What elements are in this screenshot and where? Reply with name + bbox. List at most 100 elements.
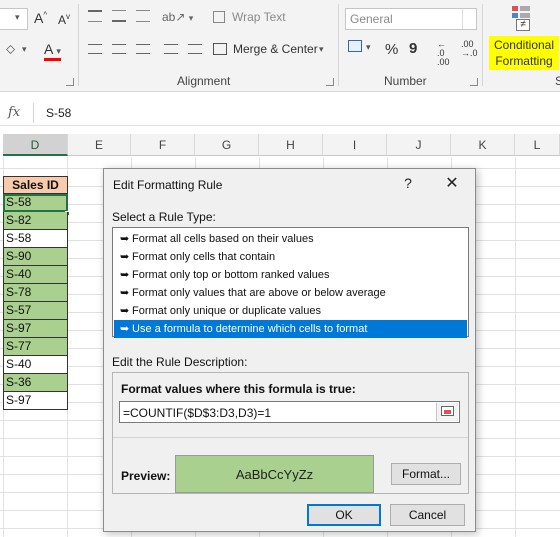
dialog-title: Edit Formatting Rule — [113, 178, 223, 192]
conditional-formatting-label-line2: Formatting — [495, 54, 553, 68]
rule-type-list[interactable]: ➥ Format all cells based on their values … — [112, 227, 469, 338]
arrow-right-icon: ➥ — [120, 323, 130, 335]
decrease-decimal-button[interactable]: .00 →.0 — [461, 40, 478, 58]
increase-indent-icon[interactable] — [188, 44, 202, 54]
number-format-value: General — [350, 12, 393, 26]
accounting-format-button[interactable]: ▾ — [348, 40, 374, 58]
ok-button[interactable]: OK — [307, 504, 381, 526]
align-bottom-icon[interactable] — [136, 10, 150, 22]
font-size-dropdown[interactable]: ▾ — [0, 8, 28, 30]
align-right-icon[interactable] — [136, 44, 150, 54]
merge-center-label: Merge & Center — [233, 42, 318, 56]
comma-style-button[interactable]: 9 — [409, 40, 417, 57]
group-separator — [338, 4, 339, 86]
insert-function-icon[interactable]: fx — [8, 105, 20, 120]
align-center-icon[interactable] — [112, 44, 126, 54]
table-cell[interactable]: S-82 — [3, 212, 68, 230]
table-cell[interactable]: S-78 — [3, 284, 68, 302]
table-cell[interactable]: S-57 — [3, 302, 68, 320]
alignment-group-launcher-icon[interactable] — [326, 78, 334, 86]
wrap-text-button[interactable]: Wrap Text — [213, 10, 293, 28]
ribbon: ▾ A^ Av ⬦ ▾ A ▾ ab↗ ▾ Wrap Text Merge & C… — [0, 0, 560, 92]
column-header-j[interactable]: J — [387, 134, 451, 156]
rule-type-item-selected[interactable]: ➥ Use a formula to determine which cells … — [114, 320, 467, 338]
table-cell[interactable]: S-97 — [3, 320, 68, 338]
preview-label: Preview: — [121, 469, 171, 483]
fill-color-button[interactable]: ⬦ ▾ — [6, 41, 32, 60]
rule-type-item[interactable]: ➥ Format only values that are above or be… — [114, 284, 467, 302]
column-header-i[interactable]: I — [323, 134, 387, 156]
edit-formatting-rule-dialog: Edit Formatting Rule ? ✕ Select a Rule T… — [103, 168, 476, 532]
group-separator — [78, 4, 79, 86]
rule-type-item[interactable]: ➥ Format only unique or duplicate values — [114, 302, 467, 320]
divider — [113, 437, 468, 438]
table-cell[interactable]: S-97 — [3, 392, 68, 410]
table-cell[interactable]: S-40 — [3, 266, 68, 284]
arrow-right-icon: ➥ — [120, 305, 130, 317]
chevron-down-icon: ▾ — [22, 44, 27, 54]
arrow-right-icon: ➥ — [120, 269, 130, 281]
align-left-icon[interactable] — [88, 44, 102, 54]
rule-description-panel: Format values where this formula is true… — [112, 372, 469, 494]
table-cell[interactable]: S-77 — [3, 338, 68, 356]
formula-bar-input[interactable]: S-58 — [46, 106, 71, 120]
number-group-launcher-icon[interactable] — [470, 78, 478, 86]
column-header-l[interactable]: L — [515, 134, 560, 156]
collapse-dialog-button[interactable] — [436, 403, 458, 421]
rule-type-label: Format only cells that contain — [132, 251, 276, 263]
merge-center-button[interactable]: Merge & Center ▾ — [213, 42, 325, 60]
number-format-dropdown[interactable]: General — [345, 8, 477, 30]
font-group-launcher-icon[interactable] — [66, 78, 74, 86]
percent-style-button[interactable]: % — [385, 41, 398, 58]
help-icon[interactable]: ? — [400, 175, 416, 191]
orientation-icon[interactable]: ab↗ ▾ — [162, 10, 193, 24]
number-group-label: Number — [384, 74, 427, 88]
rule-type-label: Use a formula to determine which cells t… — [132, 323, 368, 335]
close-icon[interactable]: ✕ — [443, 173, 461, 193]
conditional-formatting-button[interactable]: Conditional Formatting — [489, 36, 559, 70]
wrap-text-icon — [213, 11, 225, 23]
column-header-d[interactable]: D — [3, 134, 68, 156]
table-cell[interactable]: S-36 — [3, 374, 68, 392]
edit-rule-description-label: Edit the Rule Description: — [112, 355, 248, 369]
wrap-text-label: Wrap Text — [232, 10, 286, 24]
format-button[interactable]: Format... — [391, 463, 461, 485]
rule-type-item[interactable]: ➥ Format only top or bottom ranked values — [114, 266, 467, 284]
paint-bucket-icon: ⬦ — [6, 41, 16, 56]
arrow-right-icon: ➥ — [120, 251, 130, 263]
column-header-g[interactable]: G — [195, 134, 259, 156]
chevron-down-icon: ▾ — [15, 12, 20, 22]
formula-bar-separator — [33, 103, 34, 123]
column-header-k[interactable]: K — [451, 134, 515, 156]
table-cell[interactable]: S-40 — [3, 356, 68, 374]
alignment-group-label: Alignment — [177, 74, 231, 88]
column-header-f[interactable]: F — [131, 134, 195, 156]
rule-type-item[interactable]: ➥ Format all cells based on their values — [114, 230, 467, 248]
align-top-icon[interactable] — [88, 10, 102, 22]
group-separator — [482, 4, 483, 86]
table-header-sales-id[interactable]: Sales ID — [3, 176, 68, 194]
formula-label: Format values where this formula is true… — [121, 382, 356, 396]
rule-type-item[interactable]: ➥ Format only cells that contain — [114, 248, 467, 266]
conditional-formatting-label-line1: Conditional — [493, 38, 555, 52]
formula-bar: fx S-58 — [0, 100, 560, 126]
increase-font-size-button[interactable]: A^ — [34, 10, 47, 26]
font-color-button[interactable]: A ▾ — [44, 42, 61, 61]
currency-icon — [348, 40, 362, 52]
formula-input[interactable]: =COUNTIF($D$3:D3,D3)=1 — [119, 401, 460, 423]
arrow-right-icon: ➥ — [120, 287, 130, 299]
table-cell[interactable]: S-58 — [3, 194, 68, 212]
table-cell[interactable]: S-90 — [3, 248, 68, 266]
column-header-h[interactable]: H — [259, 134, 323, 156]
align-middle-icon[interactable] — [112, 10, 126, 22]
table-cell[interactable]: S-58 — [3, 230, 68, 248]
column-header-e[interactable]: E — [68, 134, 131, 156]
decrease-indent-icon[interactable] — [164, 44, 178, 54]
chevron-down-icon: ▾ — [366, 42, 371, 52]
cancel-button[interactable]: Cancel — [390, 504, 465, 526]
increase-decimal-button[interactable]: ← .0.00 — [437, 40, 450, 67]
merge-cells-icon — [213, 43, 227, 55]
conditional-formatting-icon: ≠ — [510, 4, 532, 32]
chevron-down-icon: ▾ — [319, 44, 324, 54]
decrease-font-size-button[interactable]: Av — [58, 12, 70, 27]
